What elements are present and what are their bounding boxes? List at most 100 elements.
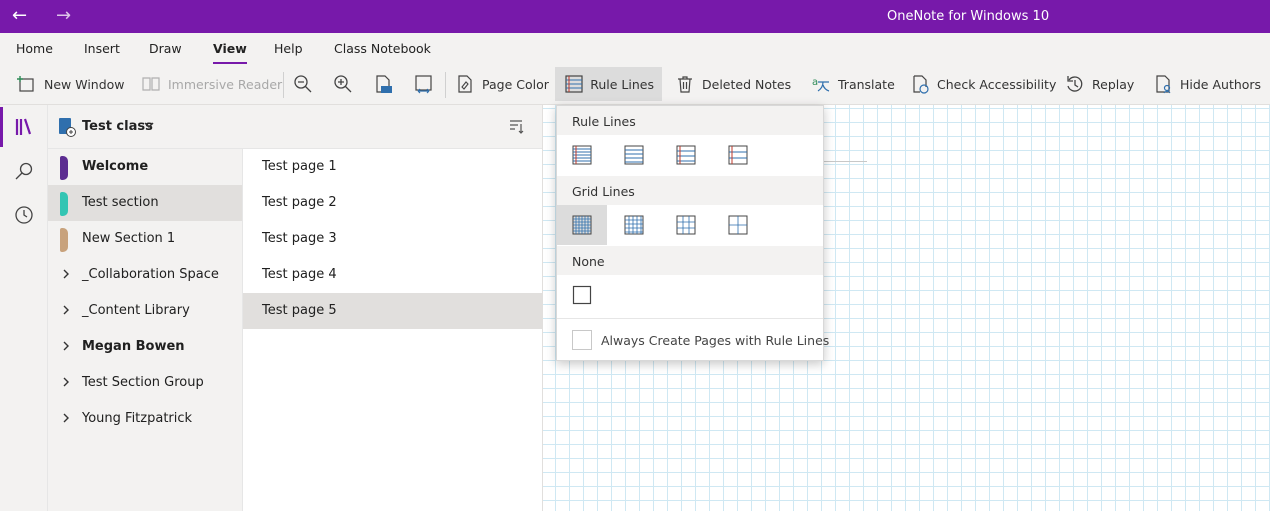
zoom-out-button[interactable]	[288, 67, 318, 101]
pages-list: Test page 1 Test page 2 Test page 3 Test…	[242, 149, 542, 511]
rule-lines-button[interactable]: Rule Lines	[555, 67, 662, 101]
chevron-right-icon[interactable]	[62, 304, 70, 320]
section-item-welcome[interactable]: Welcome	[48, 149, 242, 185]
notebook-icon	[58, 117, 76, 141]
section-color-tab	[60, 156, 68, 180]
sort-icon[interactable]	[508, 118, 524, 138]
section-label: _Collaboration Space	[82, 267, 219, 282]
hide-authors-button[interactable]: Hide Authors	[1146, 67, 1267, 101]
immersive-reader-button[interactable]: Immersive Reader	[134, 67, 288, 101]
zoom-100-icon	[372, 73, 394, 95]
section-group-test-section-group[interactable]: Test Section Group	[48, 365, 242, 401]
translate-button[interactable]: a Translate	[804, 67, 901, 101]
page-label: Test page 1	[262, 159, 337, 174]
section-group-young-fitzpatrick[interactable]: Young Fitzpatrick	[48, 401, 242, 437]
page-label: Test page 4	[262, 267, 337, 282]
navigation-rail	[0, 105, 48, 511]
section-label: Young Fitzpatrick	[82, 411, 193, 426]
chevron-right-icon[interactable]	[62, 340, 70, 356]
tab-insert[interactable]: Insert	[84, 41, 120, 56]
recent-clock-icon[interactable]	[10, 201, 38, 229]
section-color-tab	[60, 228, 68, 252]
immersive-reader-icon	[140, 73, 162, 95]
rule-lines-icon	[563, 73, 584, 95]
hide-authors-icon	[1152, 73, 1174, 95]
menu-divider	[557, 318, 823, 319]
section-item-test-section[interactable]: Test section	[48, 185, 242, 221]
section-label: New Section 1	[82, 231, 176, 246]
section-group-content-library[interactable]: _Content Library	[48, 293, 242, 329]
chevron-right-icon[interactable]	[62, 376, 70, 392]
notebook-header[interactable]: Test class	[48, 105, 542, 149]
page-color-button[interactable]: Page Color	[448, 67, 555, 101]
toolbar-divider	[445, 72, 446, 98]
page-label: Test page 2	[262, 195, 337, 210]
notebooks-icon[interactable]	[0, 107, 38, 147]
section-label: _Content Library	[82, 303, 190, 318]
deleted-notes-button[interactable]: Deleted Notes	[668, 67, 797, 101]
chevron-right-icon[interactable]	[62, 268, 70, 284]
page-width-icon	[412, 73, 434, 95]
app-title: OneNote for Windows 10	[887, 9, 1050, 24]
grid-lines-option-small[interactable]	[557, 205, 607, 245]
translate-icon: a	[810, 73, 832, 95]
ribbon-tabs: Home Insert Draw View Help Class Noteboo…	[0, 33, 1270, 64]
page-title-line	[821, 161, 867, 162]
search-icon[interactable]	[10, 157, 38, 185]
new-window-button[interactable]: New Window	[10, 67, 131, 101]
page-width-button[interactable]	[408, 67, 438, 101]
none-header: None	[557, 246, 823, 275]
zoom-in-button[interactable]	[328, 67, 358, 101]
page-item[interactable]: Test page 4	[243, 257, 542, 293]
replay-button[interactable]: Replay	[1058, 67, 1140, 101]
notebook-name: Test class	[82, 119, 153, 134]
rule-lines-option-standard[interactable]	[661, 135, 711, 175]
no-lines-option[interactable]	[557, 275, 607, 315]
checkbox-box[interactable]	[572, 330, 592, 350]
tab-help[interactable]: Help	[274, 41, 303, 56]
rule-lines-option-wide[interactable]	[713, 135, 763, 175]
rule-lines-dropdown: Rule Lines Grid Lines None Always Create…	[556, 105, 829, 361]
grid-lines-header: Grid Lines	[557, 176, 823, 205]
page-label: Test page 3	[262, 231, 337, 246]
arrow-right-icon[interactable]: →	[56, 5, 71, 27]
page-item[interactable]: Test page 2	[243, 185, 542, 221]
svg-text:a: a	[812, 77, 818, 88]
zoom-out-icon	[292, 73, 314, 95]
tab-view[interactable]: View	[213, 41, 247, 64]
section-label: Test section	[82, 195, 159, 210]
section-item-new-section-1[interactable]: New Section 1	[48, 221, 242, 257]
section-group-collaboration-space[interactable]: _Collaboration Space	[48, 257, 242, 293]
grid-lines-option-xlarge[interactable]	[713, 205, 763, 245]
rule-lines-option-college[interactable]	[609, 135, 659, 175]
new-window-icon	[16, 73, 38, 95]
accessibility-icon	[909, 73, 931, 95]
ribbon-toolbar: New Window Immersive Reader Page Color R…	[0, 64, 1270, 105]
tab-home[interactable]: Home	[16, 41, 53, 56]
tab-class-notebook[interactable]: Class Notebook	[334, 41, 431, 56]
rule-lines-header: Rule Lines	[557, 106, 823, 135]
section-label: Test Section Group	[82, 375, 204, 390]
zoom-in-icon	[332, 73, 354, 95]
chevron-right-icon[interactable]	[62, 412, 70, 428]
always-create-rule-lines-checkbox[interactable]: Always Create Pages with Rule Lines	[572, 330, 829, 350]
chevron-down-icon[interactable]	[144, 119, 154, 134]
page-label: Test page 5	[262, 303, 337, 318]
arrow-left-icon[interactable]: ←	[12, 5, 27, 27]
page-item[interactable]: Test page 3	[243, 221, 542, 257]
replay-icon	[1064, 73, 1086, 95]
section-label: Welcome	[82, 159, 149, 174]
grid-lines-option-large[interactable]	[661, 205, 711, 245]
section-group-megan-bowen[interactable]: Megan Bowen	[48, 329, 242, 365]
page-item[interactable]: Test page 5	[243, 293, 542, 329]
tab-draw[interactable]: Draw	[149, 41, 182, 56]
rule-lines-option-narrow[interactable]	[557, 135, 607, 175]
section-label: Megan Bowen	[82, 339, 185, 354]
sections-list: Welcome Test section New Section 1 _Coll…	[48, 149, 242, 511]
toolbar-divider	[283, 72, 284, 98]
section-color-tab	[60, 192, 68, 216]
grid-lines-option-medium[interactable]	[609, 205, 659, 245]
page-item[interactable]: Test page 1	[243, 149, 542, 185]
zoom-100-button[interactable]	[368, 67, 398, 101]
check-accessibility-button[interactable]: Check Accessibility	[903, 67, 1062, 101]
